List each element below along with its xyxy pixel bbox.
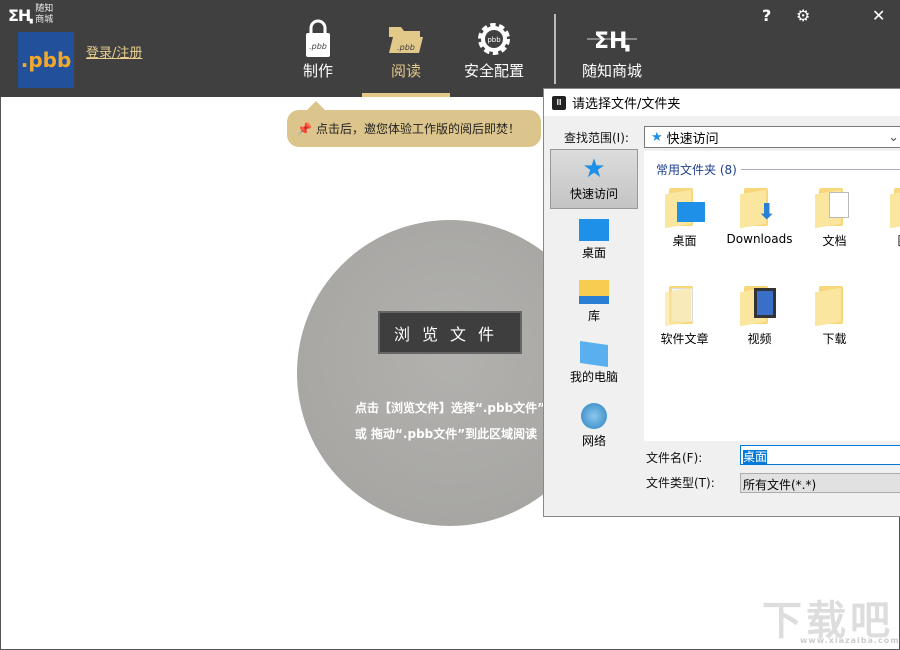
app-logo: .pbb	[18, 32, 74, 88]
item-label: 视频	[747, 332, 772, 346]
folder-videos[interactable]: 视频	[722, 284, 797, 347]
nav-read[interactable]: .pbb 阅读	[362, 18, 450, 81]
place-label: 桌面	[581, 246, 606, 260]
group-header: 常用文件夹 (8)	[656, 161, 900, 178]
place-label: 库	[587, 309, 600, 323]
brand-logo: ƩⱧ 随知 商城	[8, 4, 54, 25]
svg-text:.pbb: .pbb	[397, 43, 415, 52]
dialog-titlebar: Ⅲ 请选择文件/文件夹	[544, 89, 900, 116]
folder-pictures[interactable]: 图片	[872, 186, 900, 249]
place-desktop[interactable]: 桌面	[550, 209, 638, 271]
nav-divider	[554, 14, 556, 84]
place-library[interactable]: 库	[550, 271, 638, 333]
brand-line1: 随知	[35, 4, 54, 14]
folder-icon	[814, 284, 855, 327]
watermark-logo: 下载吧 www.xiazaiba.com	[762, 598, 900, 645]
lookin-combo[interactable]: ★ 快速访问 ⌄	[644, 126, 900, 148]
dialog-title: 请选择文件/文件夹	[572, 97, 681, 112]
nav-label: 阅读	[390, 62, 421, 80]
nav-label: 安全配置	[463, 62, 524, 80]
file-list[interactable]: 常用文件夹 (8) 桌面 ⬇ Downloads 文档 图片 软件文章 视频 下载	[644, 151, 900, 441]
nav-store[interactable]: ƩⱧ 随知商城	[568, 18, 656, 81]
lock-pbb-icon: .pbb	[274, 18, 362, 60]
nav-make[interactable]: .pbb 制作	[274, 18, 362, 81]
places-bar: ★ 快速访问 桌面 库 我的电脑 网络	[550, 149, 640, 459]
browse-files-button[interactable]: 浏览文件	[378, 311, 522, 354]
place-network[interactable]: 网络	[550, 395, 638, 457]
place-label: 快速访问	[569, 187, 618, 201]
item-label: 下载	[822, 332, 847, 346]
group-title: 常用文件夹 (8)	[656, 163, 737, 177]
folder-video-icon	[739, 284, 780, 327]
item-label: 文档	[822, 234, 847, 248]
nav-security[interactable]: pbb 安全配置	[450, 18, 538, 81]
folder-downloads[interactable]: ⬇ Downloads	[722, 186, 797, 246]
place-computer[interactable]: 我的电脑	[550, 333, 638, 395]
folder-download-icon: ⬇	[739, 186, 780, 229]
svg-text:.pbb: .pbb	[309, 42, 327, 51]
svg-text:pbb: pbb	[487, 36, 501, 44]
tooltip-burn-after-read[interactable]: 📌 点击后，邀您体验工作版的阅后即焚！	[287, 101, 541, 147]
svg-text:ƩⱧ: ƩⱧ	[594, 29, 630, 54]
library-icon	[579, 280, 609, 304]
chevron-down-icon: ⌄	[888, 129, 899, 145]
place-label: 我的电脑	[569, 370, 618, 384]
computer-icon	[580, 341, 608, 367]
folder-desktop[interactable]: 桌面	[647, 186, 722, 249]
file-dialog: Ⅲ 请选择文件/文件夹 查找范围(I): ★ 快速访问 ⌄ ★ 快速访问 桌面 库 我的…	[543, 88, 900, 517]
folder-files-icon	[664, 284, 705, 327]
network-icon	[581, 403, 607, 429]
nav-label: 随知商城	[581, 62, 642, 80]
tooltip-text: 点击后，邀您体验工作版的阅后即焚！	[315, 122, 520, 136]
filetype-select[interactable]: 所有文件(*.*)	[740, 473, 900, 493]
place-label: 网络	[581, 434, 606, 448]
login-link[interactable]: 登录/注册	[86, 42, 142, 61]
lookin-value: 快速访问	[666, 131, 719, 147]
item-label: 桌面	[672, 234, 697, 248]
folder-download-cn[interactable]: 下载	[797, 284, 872, 347]
app-icon: Ⅲ	[552, 95, 566, 110]
settings-button[interactable]: ⚙	[796, 6, 810, 25]
star-icon: ★	[582, 154, 606, 184]
filetype-label: 文件类型(T):	[646, 476, 715, 490]
filename-label: 文件名(F):	[646, 451, 703, 465]
lookin-label: 查找范围(I):	[564, 131, 629, 145]
star-icon: ★	[651, 129, 663, 145]
pin-icon: 📌	[297, 121, 312, 136]
gear-pbb-icon: pbb	[450, 18, 538, 60]
filename-value: 桌面	[743, 450, 768, 464]
header: ƩⱧ 随知 商城 .pbb 登录/注册 .pbb 制作 .pbb 阅读 pbb 安全配置 …	[0, 0, 900, 97]
nav-label: 制作	[302, 62, 333, 80]
place-quick-access[interactable]: ★ 快速访问	[550, 149, 638, 209]
folder-documents-icon	[814, 186, 855, 229]
folder-icon	[889, 186, 900, 229]
suizhi-logo-icon: ƩⱧ	[568, 18, 656, 60]
folder-desktop-icon	[664, 186, 705, 229]
folder-pbb-icon: .pbb	[362, 18, 450, 60]
folder-software-articles[interactable]: 软件文章	[647, 284, 722, 347]
filename-input[interactable]: 桌面	[740, 445, 900, 465]
item-label: Downloads	[726, 232, 793, 246]
help-button[interactable]: ?	[762, 6, 771, 25]
desktop-icon	[579, 219, 609, 241]
close-button[interactable]: ✕	[872, 6, 885, 25]
brand-line2: 商城	[35, 15, 54, 25]
item-label: 软件文章	[660, 332, 709, 346]
folder-documents[interactable]: 文档	[797, 186, 872, 249]
